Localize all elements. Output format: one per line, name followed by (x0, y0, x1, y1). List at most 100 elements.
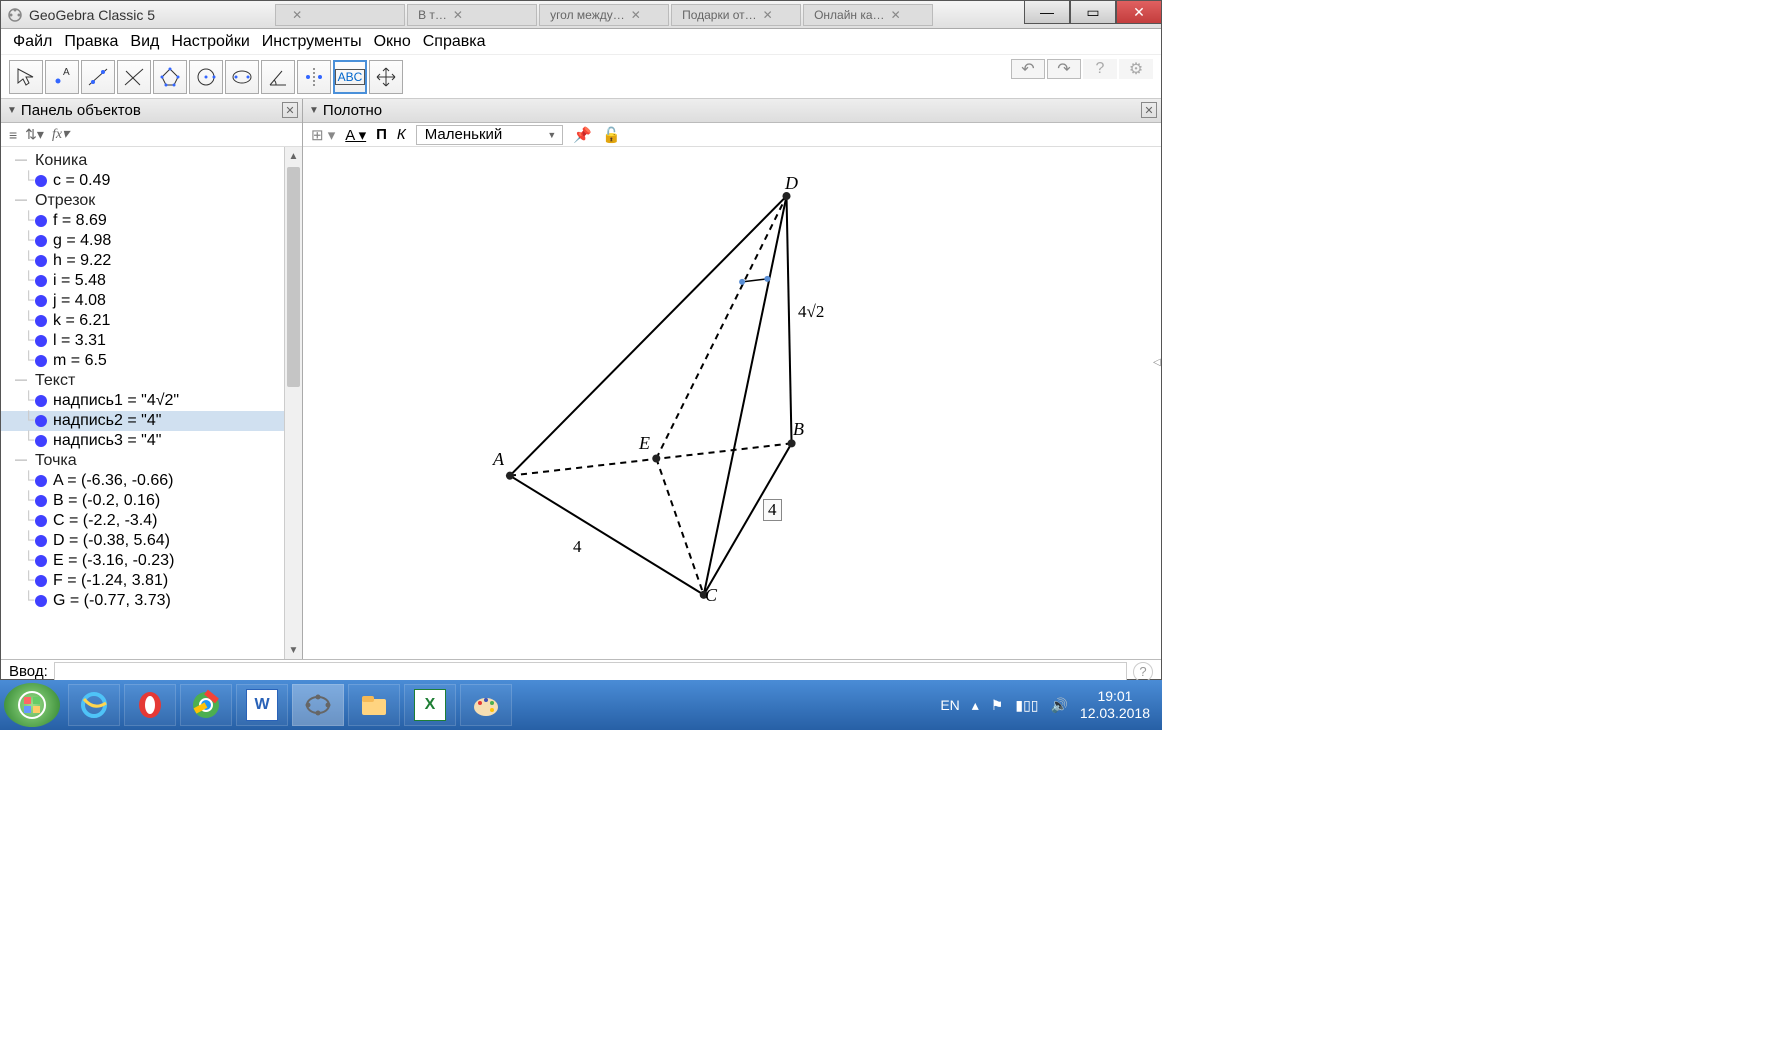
tool-perpendicular[interactable] (117, 60, 151, 94)
font-size-select[interactable]: Маленький (416, 125, 564, 145)
tray-volume-icon[interactable]: 🔊 (1050, 697, 1067, 714)
menu-edit[interactable]: Правка (60, 31, 122, 53)
close-icon[interactable]: ✕ (763, 8, 773, 22)
cat-konika[interactable]: Коника (1, 151, 302, 171)
item-k[interactable]: └k = 6.21 (1, 311, 302, 331)
undo-button[interactable]: ↶ (1011, 59, 1045, 79)
tool-line[interactable] (81, 60, 115, 94)
grid-icon[interactable]: ⊞ ▾ (311, 126, 335, 144)
tray-lang[interactable]: EN (940, 697, 959, 713)
close-icon[interactable]: ✕ (631, 8, 641, 22)
close-panel-icon[interactable]: ✕ (1141, 102, 1157, 118)
text-style-icon[interactable]: A ▾ (345, 126, 366, 144)
tab-4[interactable]: Онлайн ка…✕ (803, 4, 933, 26)
tray-up-icon[interactable]: ▴ (972, 697, 979, 714)
close-button[interactable]: ✕ (1116, 0, 1162, 24)
cat-tochka[interactable]: Точка (1, 451, 302, 471)
item-t2[interactable]: └надпись2 = "4" (1, 411, 302, 431)
tool-reflect[interactable] (297, 60, 331, 94)
tray-network-icon[interactable]: ▮▯▯ (1015, 697, 1038, 714)
cat-tekst[interactable]: Текст (1, 371, 302, 391)
objects-tree[interactable]: Коника └c = 0.49 Отрезок └f = 8.69 └g = … (1, 147, 302, 659)
taskbar-chrome[interactable] (180, 684, 232, 726)
list-icon[interactable]: ≡ (9, 127, 17, 143)
tray-flag-icon[interactable]: ⚑ (991, 697, 1004, 714)
close-icon[interactable]: ✕ (453, 8, 463, 22)
taskbar-excel[interactable]: X (404, 684, 456, 726)
item-l[interactable]: └l = 3.31 (1, 331, 302, 351)
tab-1[interactable]: В т…✕ (407, 4, 537, 26)
taskbar-word[interactable]: W (236, 684, 288, 726)
taskbar-ie[interactable] (68, 684, 120, 726)
item-t3[interactable]: └надпись3 = "4" (1, 431, 302, 451)
menu-file[interactable]: Файл (9, 31, 56, 53)
menu-settings[interactable]: Настройки (167, 31, 253, 53)
close-panel-icon[interactable]: ✕ (282, 102, 298, 118)
objects-panel-header[interactable]: ▼ Панель объектов ✕ (1, 99, 302, 123)
tool-move[interactable] (9, 60, 43, 94)
tool-point[interactable]: A (45, 60, 79, 94)
menu-tools[interactable]: Инструменты (258, 31, 366, 53)
close-icon[interactable]: ✕ (292, 8, 302, 22)
item-t1[interactable]: └надпись1 = "4√2" (1, 391, 302, 411)
tool-angle[interactable] (261, 60, 295, 94)
tree-scrollbar[interactable]: ▲ ▼ (284, 147, 302, 659)
side-handle-icon[interactable]: ◁ (1153, 357, 1161, 367)
tool-text[interactable]: ABC (333, 60, 367, 94)
scroll-up-icon[interactable]: ▲ (285, 147, 302, 165)
redo-button[interactable]: ↷ (1047, 59, 1081, 79)
italic-button[interactable]: К (397, 126, 406, 143)
lock-icon[interactable]: 🔓 (602, 126, 621, 144)
item-F[interactable]: └F = (-1.24, 3.81) (1, 571, 302, 591)
item-h[interactable]: └h = 9.22 (1, 251, 302, 271)
objects-sub-toolbar: ≡ ⇅▾ fx▾ (1, 123, 302, 147)
item-C[interactable]: └C = (-2.2, -3.4) (1, 511, 302, 531)
app-window: GeoGebra Classic 5 ✕ В т…✕ угол между…✕ … (0, 0, 1162, 680)
taskbar-paint[interactable] (460, 684, 512, 726)
close-icon[interactable]: ✕ (891, 8, 901, 22)
start-button[interactable] (4, 683, 60, 727)
taskbar-geogebra[interactable] (292, 684, 344, 726)
tab-0[interactable]: ✕ (275, 4, 405, 26)
tool-circle[interactable] (189, 60, 223, 94)
item-A[interactable]: └A = (-6.36, -0.66) (1, 471, 302, 491)
item-D[interactable]: └D = (-0.38, 5.64) (1, 531, 302, 551)
sort-icon[interactable]: ⇅▾ (25, 126, 44, 143)
taskbar-explorer[interactable] (348, 684, 400, 726)
tab-2[interactable]: угол между…✕ (539, 4, 669, 26)
taskbar-opera[interactable] (124, 684, 176, 726)
tool-polygon[interactable] (153, 60, 187, 94)
bold-button[interactable]: П (376, 126, 387, 143)
menu-window[interactable]: Окно (370, 31, 415, 53)
tab-3[interactable]: Подарки от…✕ (671, 4, 801, 26)
pin-icon[interactable]: 📌 (573, 126, 592, 144)
maximize-button[interactable]: ▭ (1070, 0, 1116, 24)
item-G[interactable]: └G = (-0.77, 3.73) (1, 591, 302, 611)
label-edge-BC[interactable]: 4 (763, 499, 782, 521)
scroll-down-icon[interactable]: ▼ (285, 641, 302, 659)
item-E[interactable]: └E = (-3.16, -0.23) (1, 551, 302, 571)
input-help-icon[interactable]: ? (1133, 662, 1153, 682)
canvas-area[interactable]: A B C D E 4√2 4 4 ◁ (303, 147, 1161, 659)
item-i[interactable]: └i = 5.48 (1, 271, 302, 291)
item-j[interactable]: └j = 4.08 (1, 291, 302, 311)
cat-otrezok[interactable]: Отрезок (1, 191, 302, 211)
minimize-button[interactable]: — (1024, 0, 1070, 24)
item-m[interactable]: └m = 6.5 (1, 351, 302, 371)
help-button[interactable]: ? (1083, 59, 1117, 79)
settings-gear[interactable]: ⚙ (1119, 59, 1153, 79)
titlebar[interactable]: GeoGebra Classic 5 ✕ В т…✕ угол между…✕ … (1, 1, 1161, 29)
item-B[interactable]: └B = (-0.2, 0.16) (1, 491, 302, 511)
tray-datetime[interactable]: 19:01 12.03.2018 (1080, 688, 1150, 722)
item-f[interactable]: └f = 8.69 (1, 211, 302, 231)
item-c[interactable]: └c = 0.49 (1, 171, 302, 191)
scroll-thumb[interactable] (287, 167, 300, 387)
fx-icon[interactable]: fx▾ (52, 126, 69, 143)
menu-view[interactable]: Вид (126, 31, 163, 53)
tool-move-view[interactable] (369, 60, 403, 94)
item-g[interactable]: └g = 4.98 (1, 231, 302, 251)
command-input[interactable] (54, 662, 1127, 682)
menu-help[interactable]: Справка (419, 31, 490, 53)
canvas-panel-header[interactable]: ▼ Полотно ✕ (303, 99, 1161, 123)
tool-ellipse[interactable] (225, 60, 259, 94)
